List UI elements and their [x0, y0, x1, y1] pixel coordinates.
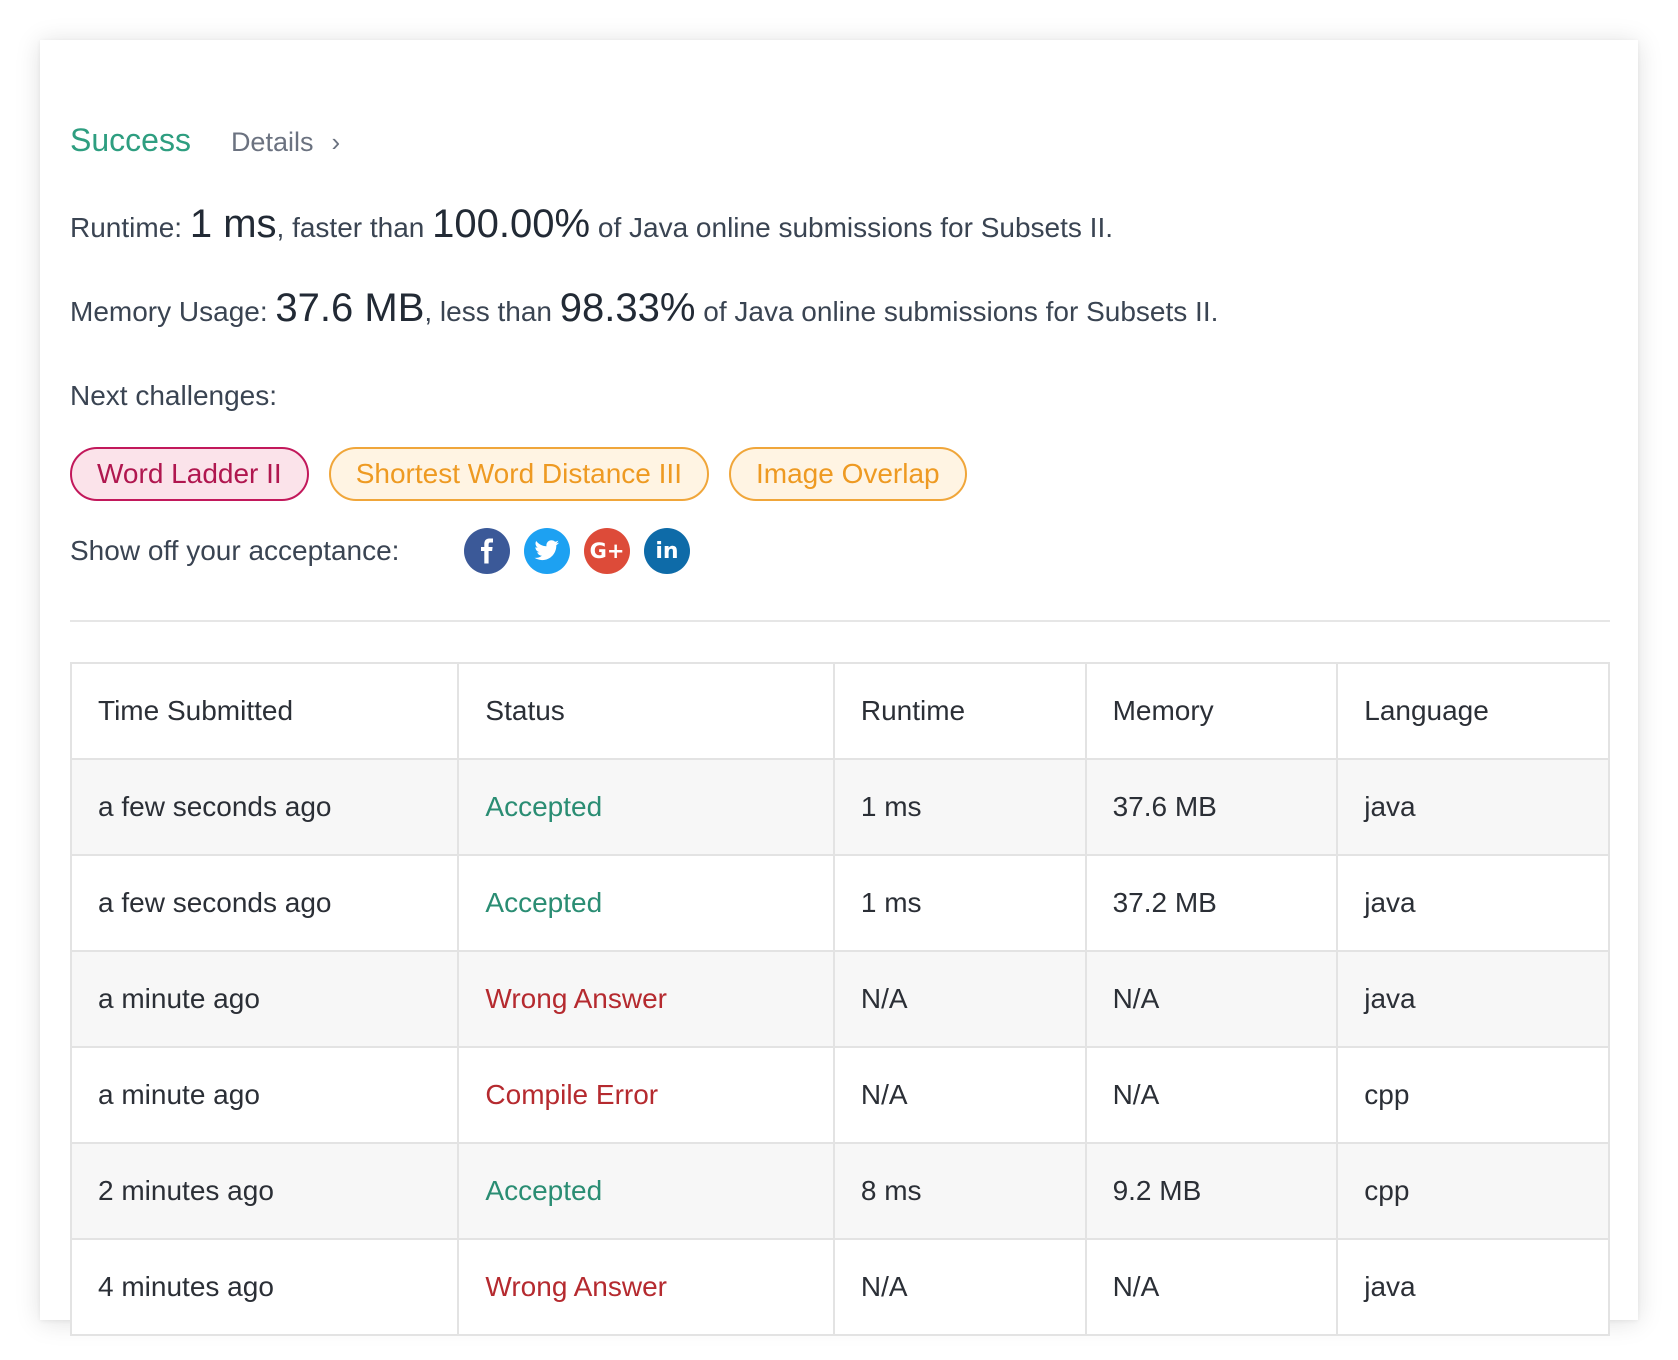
result-status: Success: [70, 122, 191, 158]
cell-time: a minute ago: [69, 950, 460, 1048]
challenge-chip-image-overlap[interactable]: Image Overlap: [728, 447, 967, 501]
runtime-percent: 100.00%: [432, 202, 591, 246]
facebook-icon[interactable]: [464, 528, 510, 574]
cell-language: cpp: [1336, 1142, 1610, 1240]
submission-result-card: Success Details › Runtime: 1 ms, faster …: [40, 40, 1638, 1336]
result-header: Success Details ›: [70, 122, 340, 159]
cell-runtime: 1 ms: [832, 758, 1087, 856]
twitter-icon[interactable]: [524, 528, 570, 574]
table-row: a minute ago Compile Error N/A N/A cpp: [69, 1046, 1610, 1144]
table-row: a few seconds ago Accepted 1 ms 37.6 MB …: [69, 758, 1610, 856]
challenge-chip-shortest-word-distance-iii[interactable]: Shortest Word Distance III: [328, 447, 709, 501]
table-row: 4 minutes ago Wrong Answer N/A N/A java: [69, 1238, 1610, 1336]
column-header-runtime: Runtime: [832, 662, 1087, 760]
cell-runtime: 1 ms: [832, 854, 1087, 952]
cell-status-link[interactable]: Compile Error: [457, 1046, 835, 1144]
next-challenges-label: Next challenges:: [70, 380, 278, 411]
table-row: 2 minutes ago Accepted 8 ms 9.2 MB cpp: [69, 1142, 1610, 1240]
share-row: Show off your acceptance: G+ in: [70, 528, 704, 574]
cell-time: a minute ago: [69, 1046, 460, 1144]
memory-suffix: of Java online submissions for Subsets I…: [703, 296, 1219, 327]
section-divider: [70, 620, 1610, 622]
column-header-status: Status: [457, 662, 835, 760]
runtime-summary: Runtime: 1 ms, faster than 100.00% of Ja…: [70, 202, 1113, 247]
memory-comparator: , less than: [424, 296, 553, 327]
linkedin-icon[interactable]: in: [644, 528, 690, 574]
chevron-right-icon: ›: [331, 127, 341, 157]
cell-language: java: [1336, 1238, 1610, 1336]
details-link[interactable]: Details ›: [231, 127, 340, 158]
next-challenges-list: Word Ladder II Shortest Word Distance II…: [70, 447, 967, 501]
memory-percent: 98.33%: [559, 286, 696, 330]
cell-runtime: N/A: [832, 1046, 1087, 1144]
cell-memory: 37.2 MB: [1084, 854, 1339, 952]
table-header-row: Time Submitted Status Runtime Memory Lan…: [69, 662, 1610, 760]
table-row: a few seconds ago Accepted 1 ms 37.2 MB …: [69, 854, 1610, 952]
memory-summary: Memory Usage: 37.6 MB, less than 98.33% …: [70, 286, 1218, 331]
cell-memory: N/A: [1084, 950, 1339, 1048]
cell-status-link[interactable]: Accepted: [457, 758, 835, 856]
cell-memory: 37.6 MB: [1084, 758, 1339, 856]
cell-language: cpp: [1336, 1046, 1610, 1144]
cell-time: 4 minutes ago: [69, 1238, 460, 1336]
cell-time: 2 minutes ago: [69, 1142, 460, 1240]
cell-language: java: [1336, 758, 1610, 856]
cell-memory: 9.2 MB: [1084, 1142, 1339, 1240]
details-label: Details: [230, 127, 314, 157]
cell-status-link[interactable]: Wrong Answer: [457, 1238, 835, 1336]
cell-language: java: [1336, 854, 1610, 952]
cell-status-link[interactable]: Wrong Answer: [457, 950, 835, 1048]
column-header-memory: Memory: [1084, 662, 1339, 760]
cell-runtime: N/A: [832, 950, 1087, 1048]
cell-memory: N/A: [1084, 1046, 1339, 1144]
memory-value: 37.6 MB: [275, 286, 425, 330]
cell-time: a few seconds ago: [69, 854, 460, 952]
memory-label: Memory Usage:: [70, 296, 268, 327]
cell-memory: N/A: [1084, 1238, 1339, 1336]
cell-status-link[interactable]: Accepted: [457, 854, 835, 952]
cell-time: a few seconds ago: [69, 758, 460, 856]
cell-runtime: 8 ms: [832, 1142, 1087, 1240]
cell-language: java: [1336, 950, 1610, 1048]
column-header-time-submitted: Time Submitted: [69, 662, 460, 760]
runtime-label: Runtime:: [70, 212, 183, 243]
cell-runtime: N/A: [832, 1238, 1087, 1336]
share-label: Show off your acceptance:: [70, 535, 400, 566]
runtime-comparator: , faster than: [276, 212, 425, 243]
runtime-value: 1 ms: [189, 202, 277, 246]
google-plus-icon[interactable]: G+: [584, 528, 630, 574]
table-row: a minute ago Wrong Answer N/A N/A java: [69, 950, 1610, 1048]
column-header-language: Language: [1336, 662, 1610, 760]
challenge-chip-word-ladder-ii[interactable]: Word Ladder II: [70, 447, 309, 501]
submissions-table: Time Submitted Status Runtime Memory Lan…: [69, 662, 1610, 1336]
cell-status-link[interactable]: Accepted: [457, 1142, 835, 1240]
runtime-suffix: of Java online submissions for Subsets I…: [597, 212, 1114, 243]
